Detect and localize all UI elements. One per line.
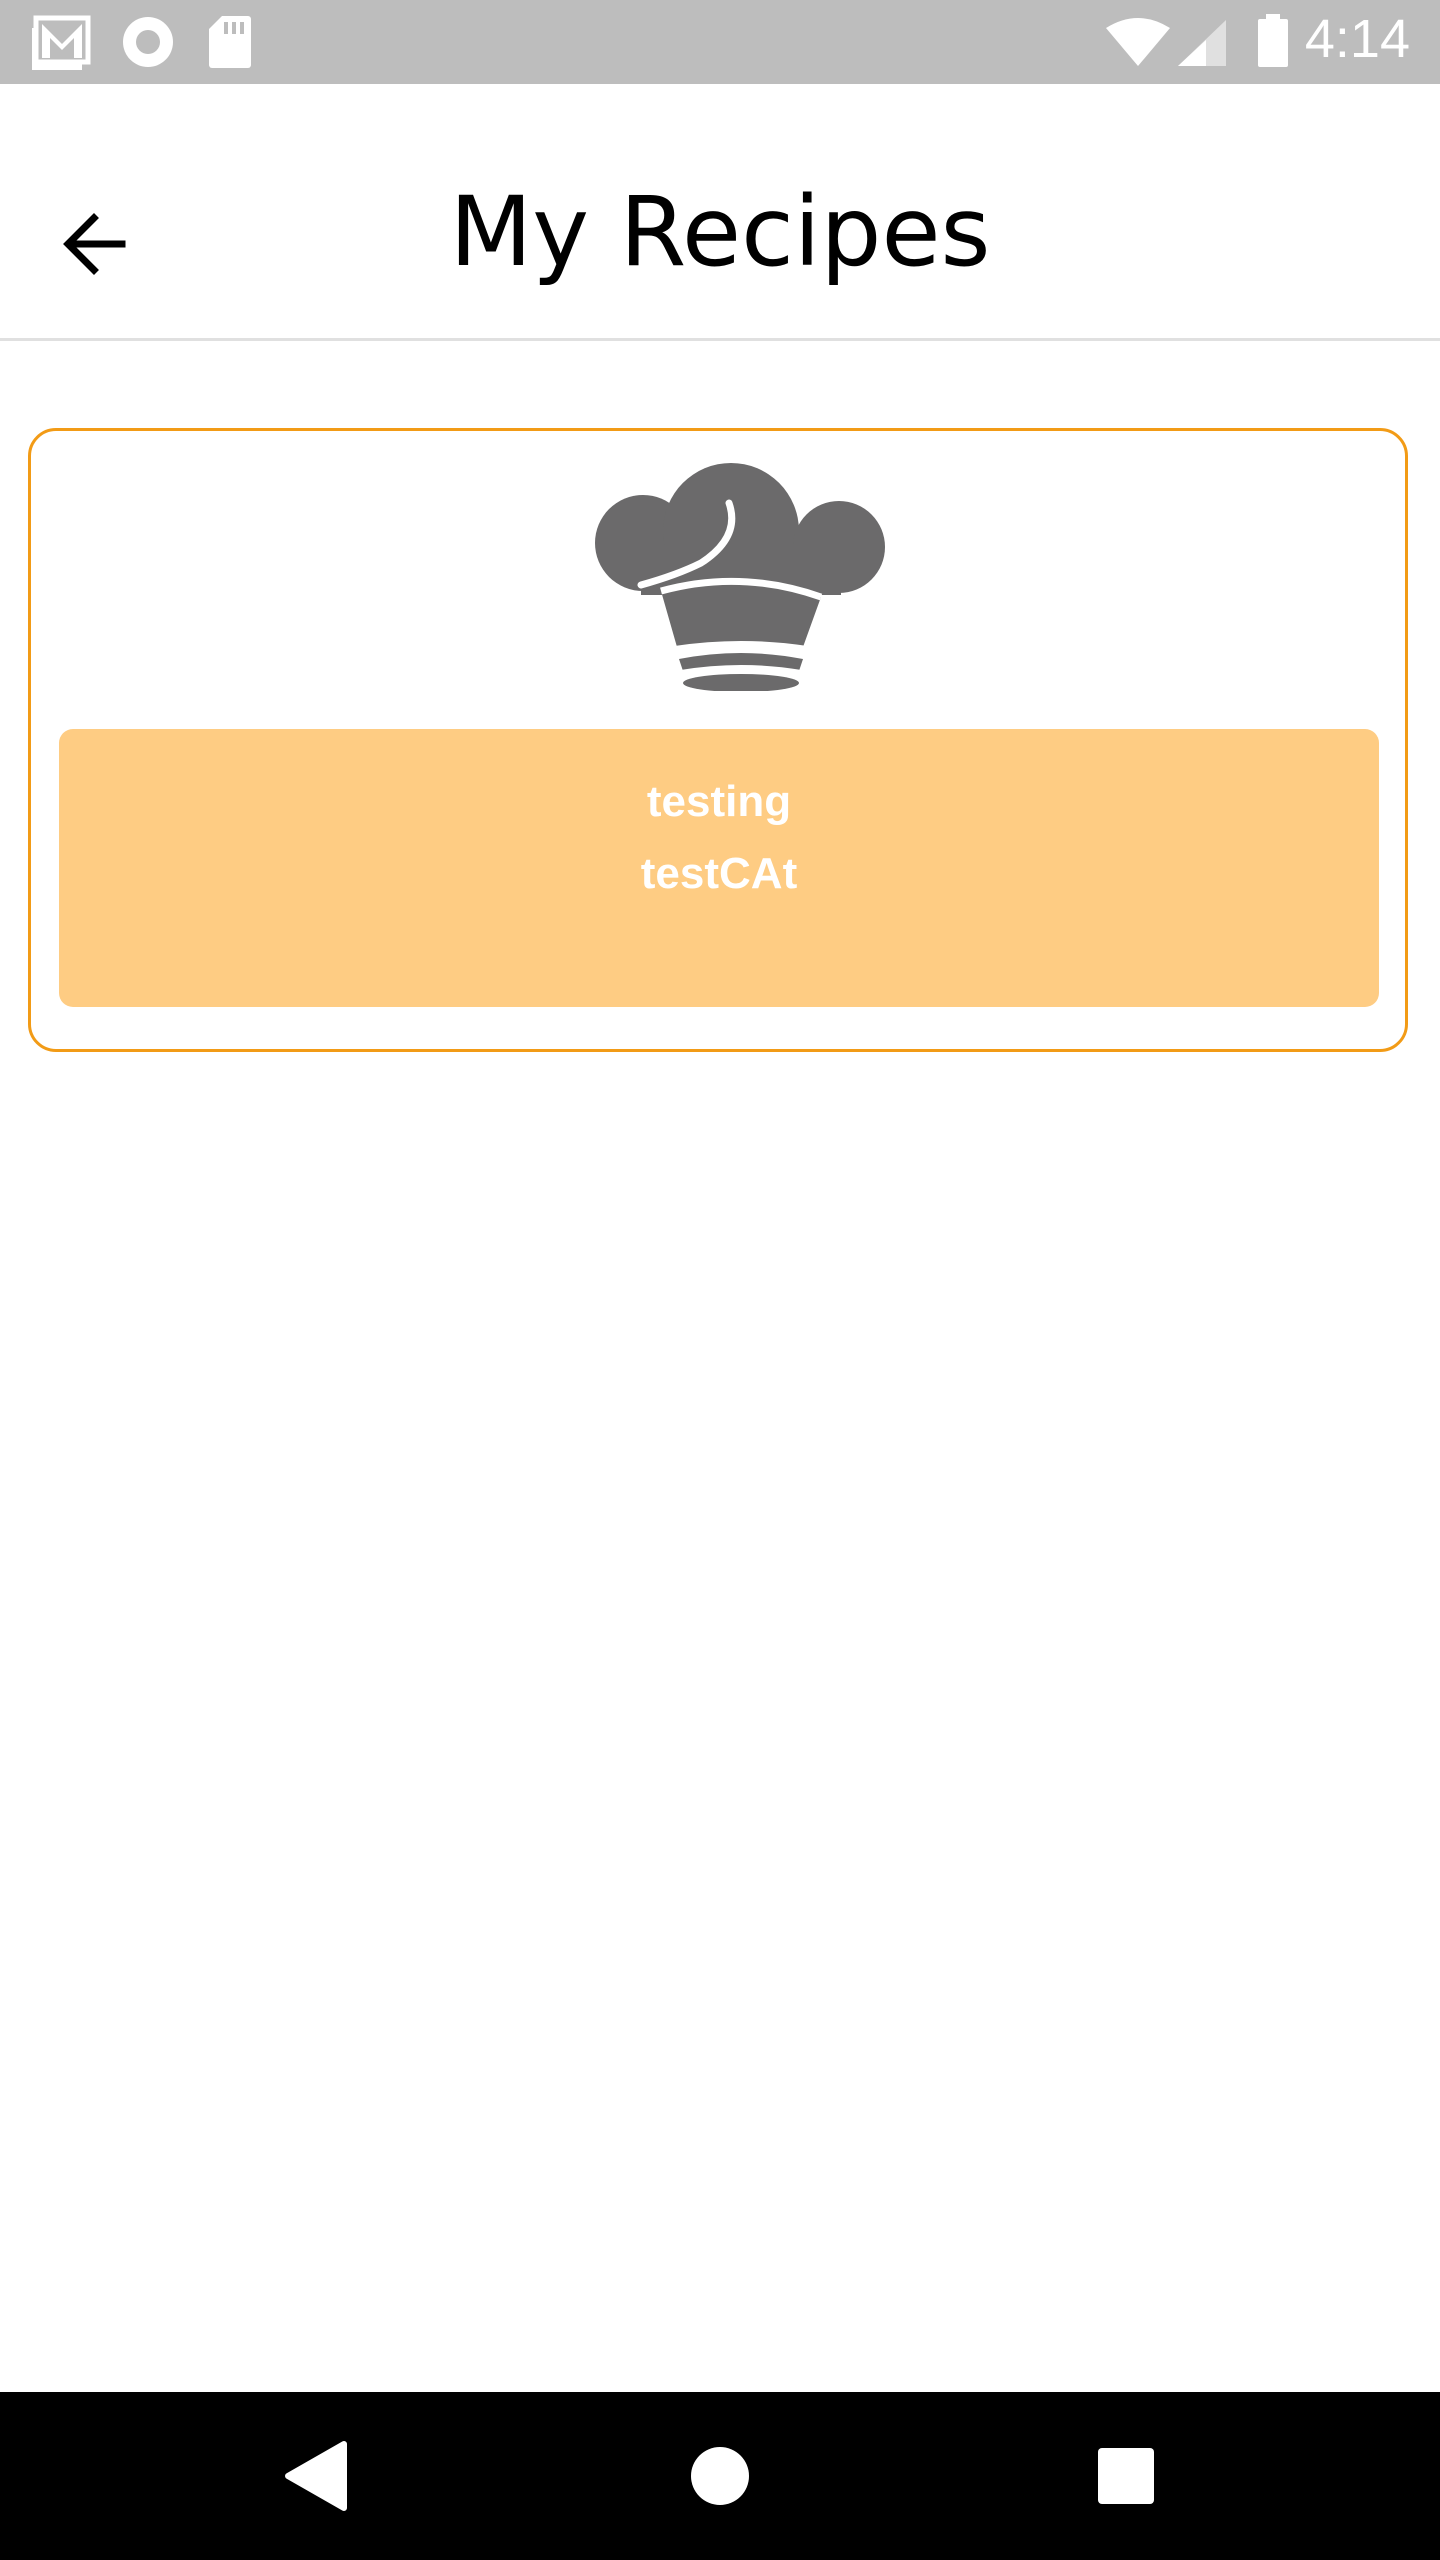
arrow-back-icon — [50, 213, 150, 298]
back-triangle-icon — [276, 2441, 356, 2520]
signal-icon — [1176, 18, 1228, 73]
recipe-card[interactable]: testing testCAt — [28, 428, 1408, 1052]
recipe-name: testing — [646, 777, 792, 826]
record-icon — [120, 14, 176, 75]
page-title: My Recipes — [449, 176, 991, 288]
recipe-info: testing testCAt — [59, 729, 1379, 1007]
chef-hat-icon — [581, 461, 901, 692]
status-bar: 4:14 — [0, 0, 1440, 84]
home-circle-icon — [680, 2447, 760, 2520]
recipe-category: testCAt — [640, 849, 798, 898]
status-time: 4:14 — [1304, 9, 1410, 69]
nav-home-button[interactable] — [680, 2436, 760, 2516]
wifi-icon — [1104, 18, 1172, 73]
gmail-icon — [32, 14, 96, 75]
sd-card-icon — [208, 14, 252, 75]
battery-icon — [1256, 14, 1290, 73]
nav-back-button[interactable] — [276, 2436, 356, 2516]
nav-recents-button[interactable] — [1086, 2436, 1166, 2516]
recents-square-icon — [1086, 2448, 1166, 2520]
navigation-bar — [0, 2392, 1440, 2560]
app-bar: My Recipes — [0, 84, 1440, 341]
